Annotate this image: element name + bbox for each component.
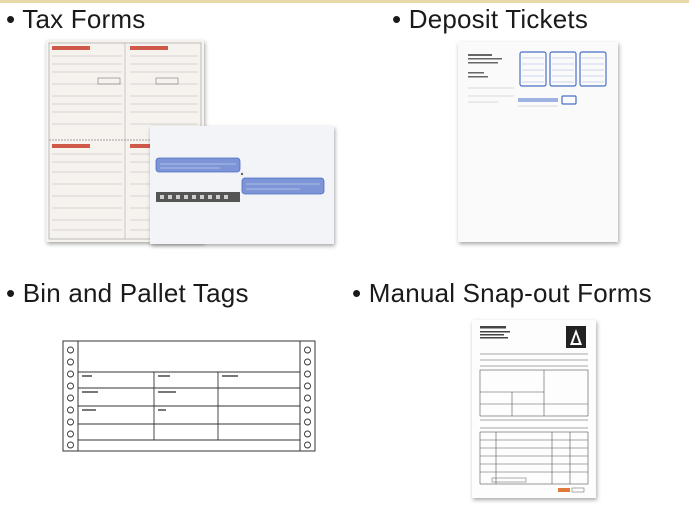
- bin-pallet-tags-image: [62, 340, 316, 452]
- deposit-tickets-label: • Deposit Tickets: [392, 4, 589, 34]
- manual-snapout-forms-label: • Manual Snap-out Forms: [352, 278, 652, 308]
- manual-snapout-forms-image: [468, 318, 600, 502]
- deposit-tickets-image: [454, 40, 622, 246]
- snapout-form-sheet: [472, 320, 596, 498]
- deposit-ticket-sheet: [458, 42, 618, 242]
- bin-pallet-tags-label: • Bin and Pallet Tags: [6, 278, 249, 308]
- tax-forms-label: • Tax Forms: [6, 4, 146, 34]
- tax-form-envelope: [150, 126, 334, 244]
- top-accent-bar: [0, 0, 689, 3]
- tax-forms-image: [46, 40, 336, 250]
